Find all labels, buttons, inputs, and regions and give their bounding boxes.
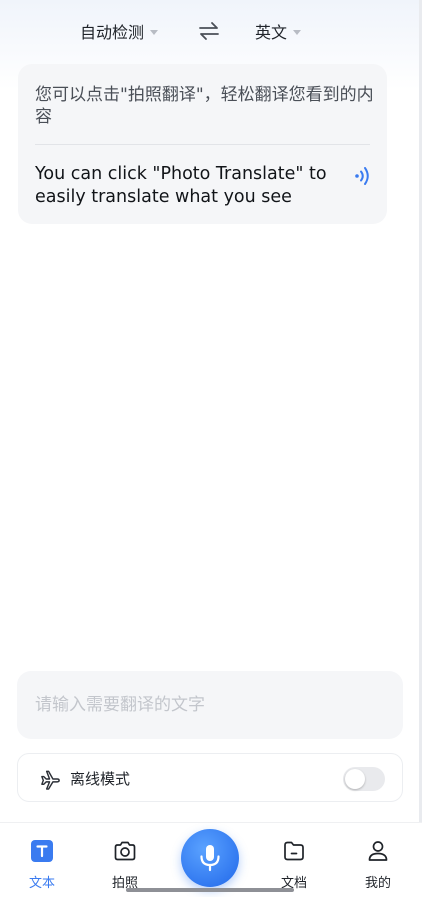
translate-input[interactable] [35, 691, 385, 719]
person-icon [368, 841, 388, 861]
translate-screen: 自动检测 英文 您可以点击"拍照翻译"，轻松翻译您看到的内容 You can c… [0, 0, 422, 897]
document-folder-icon [284, 841, 304, 861]
card-divider [35, 144, 370, 145]
offline-mode-row: 离线模式 [17, 753, 403, 802]
text-t-icon [31, 840, 53, 862]
tab-mine[interactable]: 我的 [353, 839, 403, 891]
tab-photo[interactable]: 拍照 [100, 839, 150, 891]
offline-mode-toggle[interactable] [343, 767, 385, 791]
tab-text-label: 文本 [28, 876, 55, 891]
swap-arrows-icon[interactable] [198, 20, 220, 42]
target-language-selector[interactable]: 英文 [255, 16, 302, 46]
speaker-icon[interactable] [351, 165, 373, 187]
chevron-down-icon [150, 29, 159, 35]
source-language-label: 自动检测 [80, 23, 145, 42]
microphone-icon [200, 845, 220, 872]
tab-text[interactable]: 文本 [17, 839, 67, 891]
airplane-icon [41, 770, 60, 790]
language-bar: 自动检测 英文 [0, 16, 422, 46]
target-language-label: 英文 [255, 23, 288, 42]
translated-text: You can click "Photo Translate" to easil… [35, 164, 327, 207]
source-text: 您可以点击"拍照翻译"，轻松翻译您看到的内容 [35, 85, 374, 127]
toggle-knob [345, 769, 365, 789]
home-indicator [126, 888, 294, 892]
voice-input-button[interactable] [181, 829, 239, 887]
tab-mine-label: 我的 [364, 876, 391, 891]
tab-document[interactable]: 文档 [269, 839, 319, 891]
offline-mode-label: 离线模式 [70, 770, 131, 788]
translate-input-box [17, 671, 403, 739]
source-language-selector[interactable]: 自动检测 [80, 16, 159, 46]
chevron-down-icon [293, 29, 302, 35]
translation-result-card: 您可以点击"拍照翻译"，轻松翻译您看到的内容 You can click "Ph… [18, 64, 387, 224]
camera-icon [114, 841, 136, 861]
